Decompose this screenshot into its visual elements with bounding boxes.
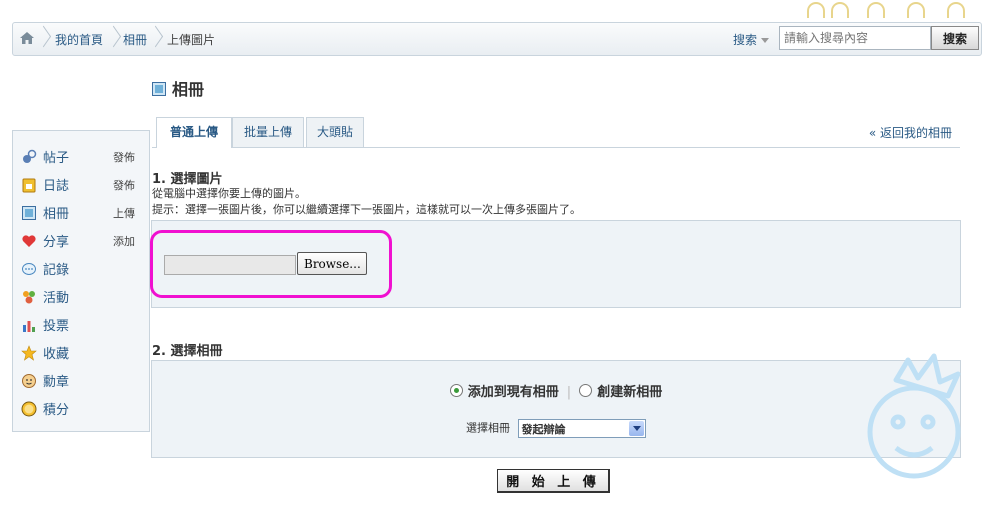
tab-batch-upload[interactable]: 批量上傳 — [232, 117, 304, 147]
star-icon — [21, 345, 37, 361]
sidebar-item-diary[interactable]: 日誌 發佈 — [21, 173, 145, 197]
option-separator: | — [566, 385, 572, 400]
album-select-value: 發起辯論 — [521, 423, 566, 436]
sidebar-item-label: 日誌 — [43, 179, 70, 194]
radio-existing-label: 添加到現有相冊 — [467, 385, 559, 400]
sidebar-item-label: 投票 — [43, 319, 70, 334]
medal-face-icon — [21, 373, 37, 389]
sidebar-item-records[interactable]: 記錄 — [21, 257, 145, 281]
page-title: 相冊 — [152, 76, 204, 100]
album-select-dropdown[interactable]: 發起辯論 — [517, 419, 646, 438]
album-mode-options: 添加到現有相冊 | 創建新相冊 — [152, 381, 960, 400]
sidebar-item-favorites[interactable]: 收藏 — [21, 341, 145, 365]
sidebar-item-action[interactable]: 發佈 — [113, 177, 135, 193]
top-decoration — [0, 0, 987, 20]
radio-checked-icon — [449, 384, 463, 397]
sidebar-item-medals[interactable]: 勳章 — [21, 369, 145, 393]
activity-people-icon — [21, 289, 37, 305]
radio-unchecked-icon — [579, 384, 593, 397]
section-select-image-desc: 從電腦中選擇你要上傳的圖片。 — [152, 187, 306, 200]
album-select-row: 選擇相冊 發起辯論 — [466, 419, 646, 438]
sidebar: 帖子 發佈 日誌 發佈 相冊 上傳 分享 添加 記錄 活動 投票 收藏 勳章 積… — [12, 130, 150, 432]
fun-points-icon — [21, 401, 37, 417]
upload-tabs: 普通上傳 批量上傳 大頭貼 « 返回我的相冊 — [152, 117, 960, 148]
sidebar-item-label: 活動 — [43, 291, 70, 306]
sidebar-item-activities[interactable]: 活動 — [21, 285, 145, 309]
record-bubble-icon — [21, 261, 37, 277]
sidebar-item-label: 勳章 — [43, 375, 70, 390]
back-to-album-link[interactable]: « 返回我的相冊 — [869, 124, 952, 141]
highlight-annotation — [150, 230, 392, 298]
sidebar-item-label: 記錄 — [43, 263, 70, 278]
radio-new-label: 創建新相冊 — [597, 385, 663, 400]
sidebar-item-action[interactable]: 上傳 — [113, 205, 135, 221]
album-select-panel: 添加到現有相冊 | 創建新相冊 選擇相冊 發起辯論 — [151, 360, 961, 458]
search-input[interactable] — [779, 26, 931, 50]
breadcrumb-home-link[interactable]: 我的首頁 — [55, 31, 103, 48]
album-select-label: 選擇相冊 — [466, 421, 510, 435]
top-nav-bar: 我的首頁 相冊 上傳圖片 搜索 搜索 — [12, 22, 982, 56]
breadcrumb-current: 上傳圖片 — [167, 33, 216, 47]
share-heart-icon — [21, 233, 37, 249]
sidebar-item-posts[interactable]: 帖子 發佈 — [21, 145, 145, 169]
section-select-album-title: 2. 選擇相冊 — [152, 344, 223, 359]
breadcrumb-separator-icon — [149, 26, 159, 50]
search-scope-label: 搜索 — [733, 33, 758, 47]
chevron-down-icon — [628, 421, 644, 436]
album-icon — [152, 81, 166, 96]
start-upload-button[interactable]: 開 始 上 傳 — [497, 469, 610, 493]
sidebar-item-polls[interactable]: 投票 — [21, 313, 145, 337]
diary-icon — [21, 177, 37, 193]
album-icon — [21, 205, 37, 221]
post-icon — [21, 149, 37, 165]
search-button[interactable]: 搜索 — [931, 26, 979, 50]
section-select-image-hint: 提示：選擇一張圖片後，你可以繼續選擇下一張圖片，這樣就可以一次上傳多張圖片了。 — [152, 203, 581, 216]
brand-watermark-logo — [856, 350, 981, 520]
poll-bars-icon — [21, 317, 37, 333]
search-scope-dropdown[interactable]: 搜索 — [733, 31, 770, 48]
sidebar-item-label: 帖子 — [43, 151, 70, 166]
sidebar-item-album[interactable]: 相冊 上傳 — [21, 201, 145, 225]
page-title-text: 相冊 — [172, 80, 205, 99]
sidebar-item-action[interactable]: 發佈 — [113, 149, 135, 165]
sidebar-item-share[interactable]: 分享 添加 — [21, 229, 145, 253]
sidebar-item-label: 相冊 — [43, 207, 70, 222]
radio-existing-album[interactable]: 添加到現有相冊 — [449, 384, 559, 400]
sidebar-item-label: 分享 — [43, 235, 70, 250]
chevron-down-icon — [761, 38, 770, 43]
home-icon[interactable] — [19, 31, 35, 45]
breadcrumb-separator-icon — [37, 26, 47, 50]
radio-new-album[interactable]: 創建新相冊 — [579, 384, 663, 400]
breadcrumb-album-link[interactable]: 相冊 — [123, 31, 147, 48]
decorative-clouds — [797, 0, 977, 20]
tab-avatar-photo[interactable]: 大頭貼 — [306, 117, 364, 147]
sidebar-item-points[interactable]: 積分 — [21, 397, 145, 421]
sidebar-item-action[interactable]: 添加 — [113, 233, 135, 249]
sidebar-item-label: 收藏 — [43, 347, 70, 362]
sidebar-item-label: 積分 — [43, 403, 70, 418]
breadcrumb-separator-icon — [107, 26, 117, 50]
tab-normal-upload[interactable]: 普通上傳 — [156, 117, 232, 148]
